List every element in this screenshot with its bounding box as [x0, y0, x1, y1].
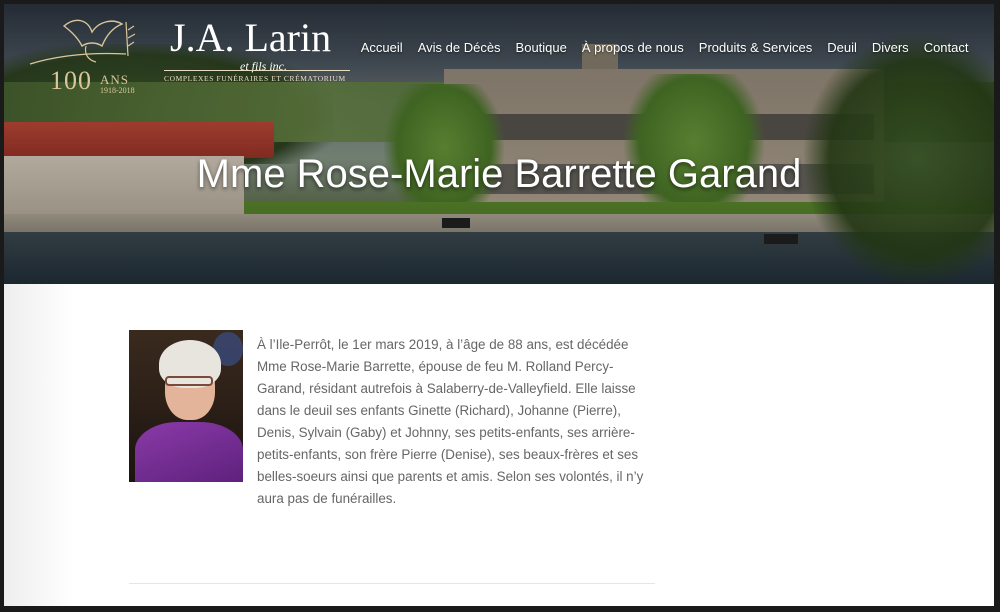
content-divider — [129, 583, 655, 584]
main-nav: Accueil Avis de Décès Boutique À propos … — [353, 40, 976, 55]
brand-name: J.A. Larin — [170, 15, 332, 60]
logo-divider — [164, 70, 350, 71]
nav-item-contact[interactable]: Contact — [916, 40, 976, 55]
nav-item-avis-de-deces[interactable]: Avis de Décès — [410, 40, 508, 55]
site-logo[interactable]: 100 ANS 1918-2018 J.A. Larin et fils inc… — [26, 12, 356, 95]
nav-item-produits-services[interactable]: Produits & Services — [691, 40, 819, 55]
nav-item-deuil[interactable]: Deuil — [820, 40, 865, 55]
brand-subtitle: et fils inc. — [240, 59, 287, 73]
page-title: Mme Rose-Marie Barrette Garand — [196, 152, 802, 196]
nav-item-a-propos[interactable]: À propos de nous — [574, 40, 691, 55]
nav-item-accueil[interactable]: Accueil — [353, 40, 410, 55]
brand-tagline: COMPLEXES FUNÉRAIRES ET CRÉMATORIUM — [164, 74, 346, 83]
page-frame: 100 ANS 1918-2018 J.A. Larin et fils inc… — [4, 4, 994, 606]
nav-item-divers[interactable]: Divers — [864, 40, 916, 55]
obituary-text: À l’Ile-Perrôt, le 1er mars 2019, à l’âg… — [257, 337, 644, 506]
anniversary-years: 1918-2018 — [100, 86, 135, 95]
nav-item-boutique[interactable]: Boutique — [508, 40, 574, 55]
hero-banner: 100 ANS 1918-2018 J.A. Larin et fils inc… — [4, 4, 994, 284]
deceased-photo — [129, 330, 243, 482]
anniversary-number: 100 — [50, 66, 92, 95]
dove-emblem-icon — [29, 19, 136, 65]
